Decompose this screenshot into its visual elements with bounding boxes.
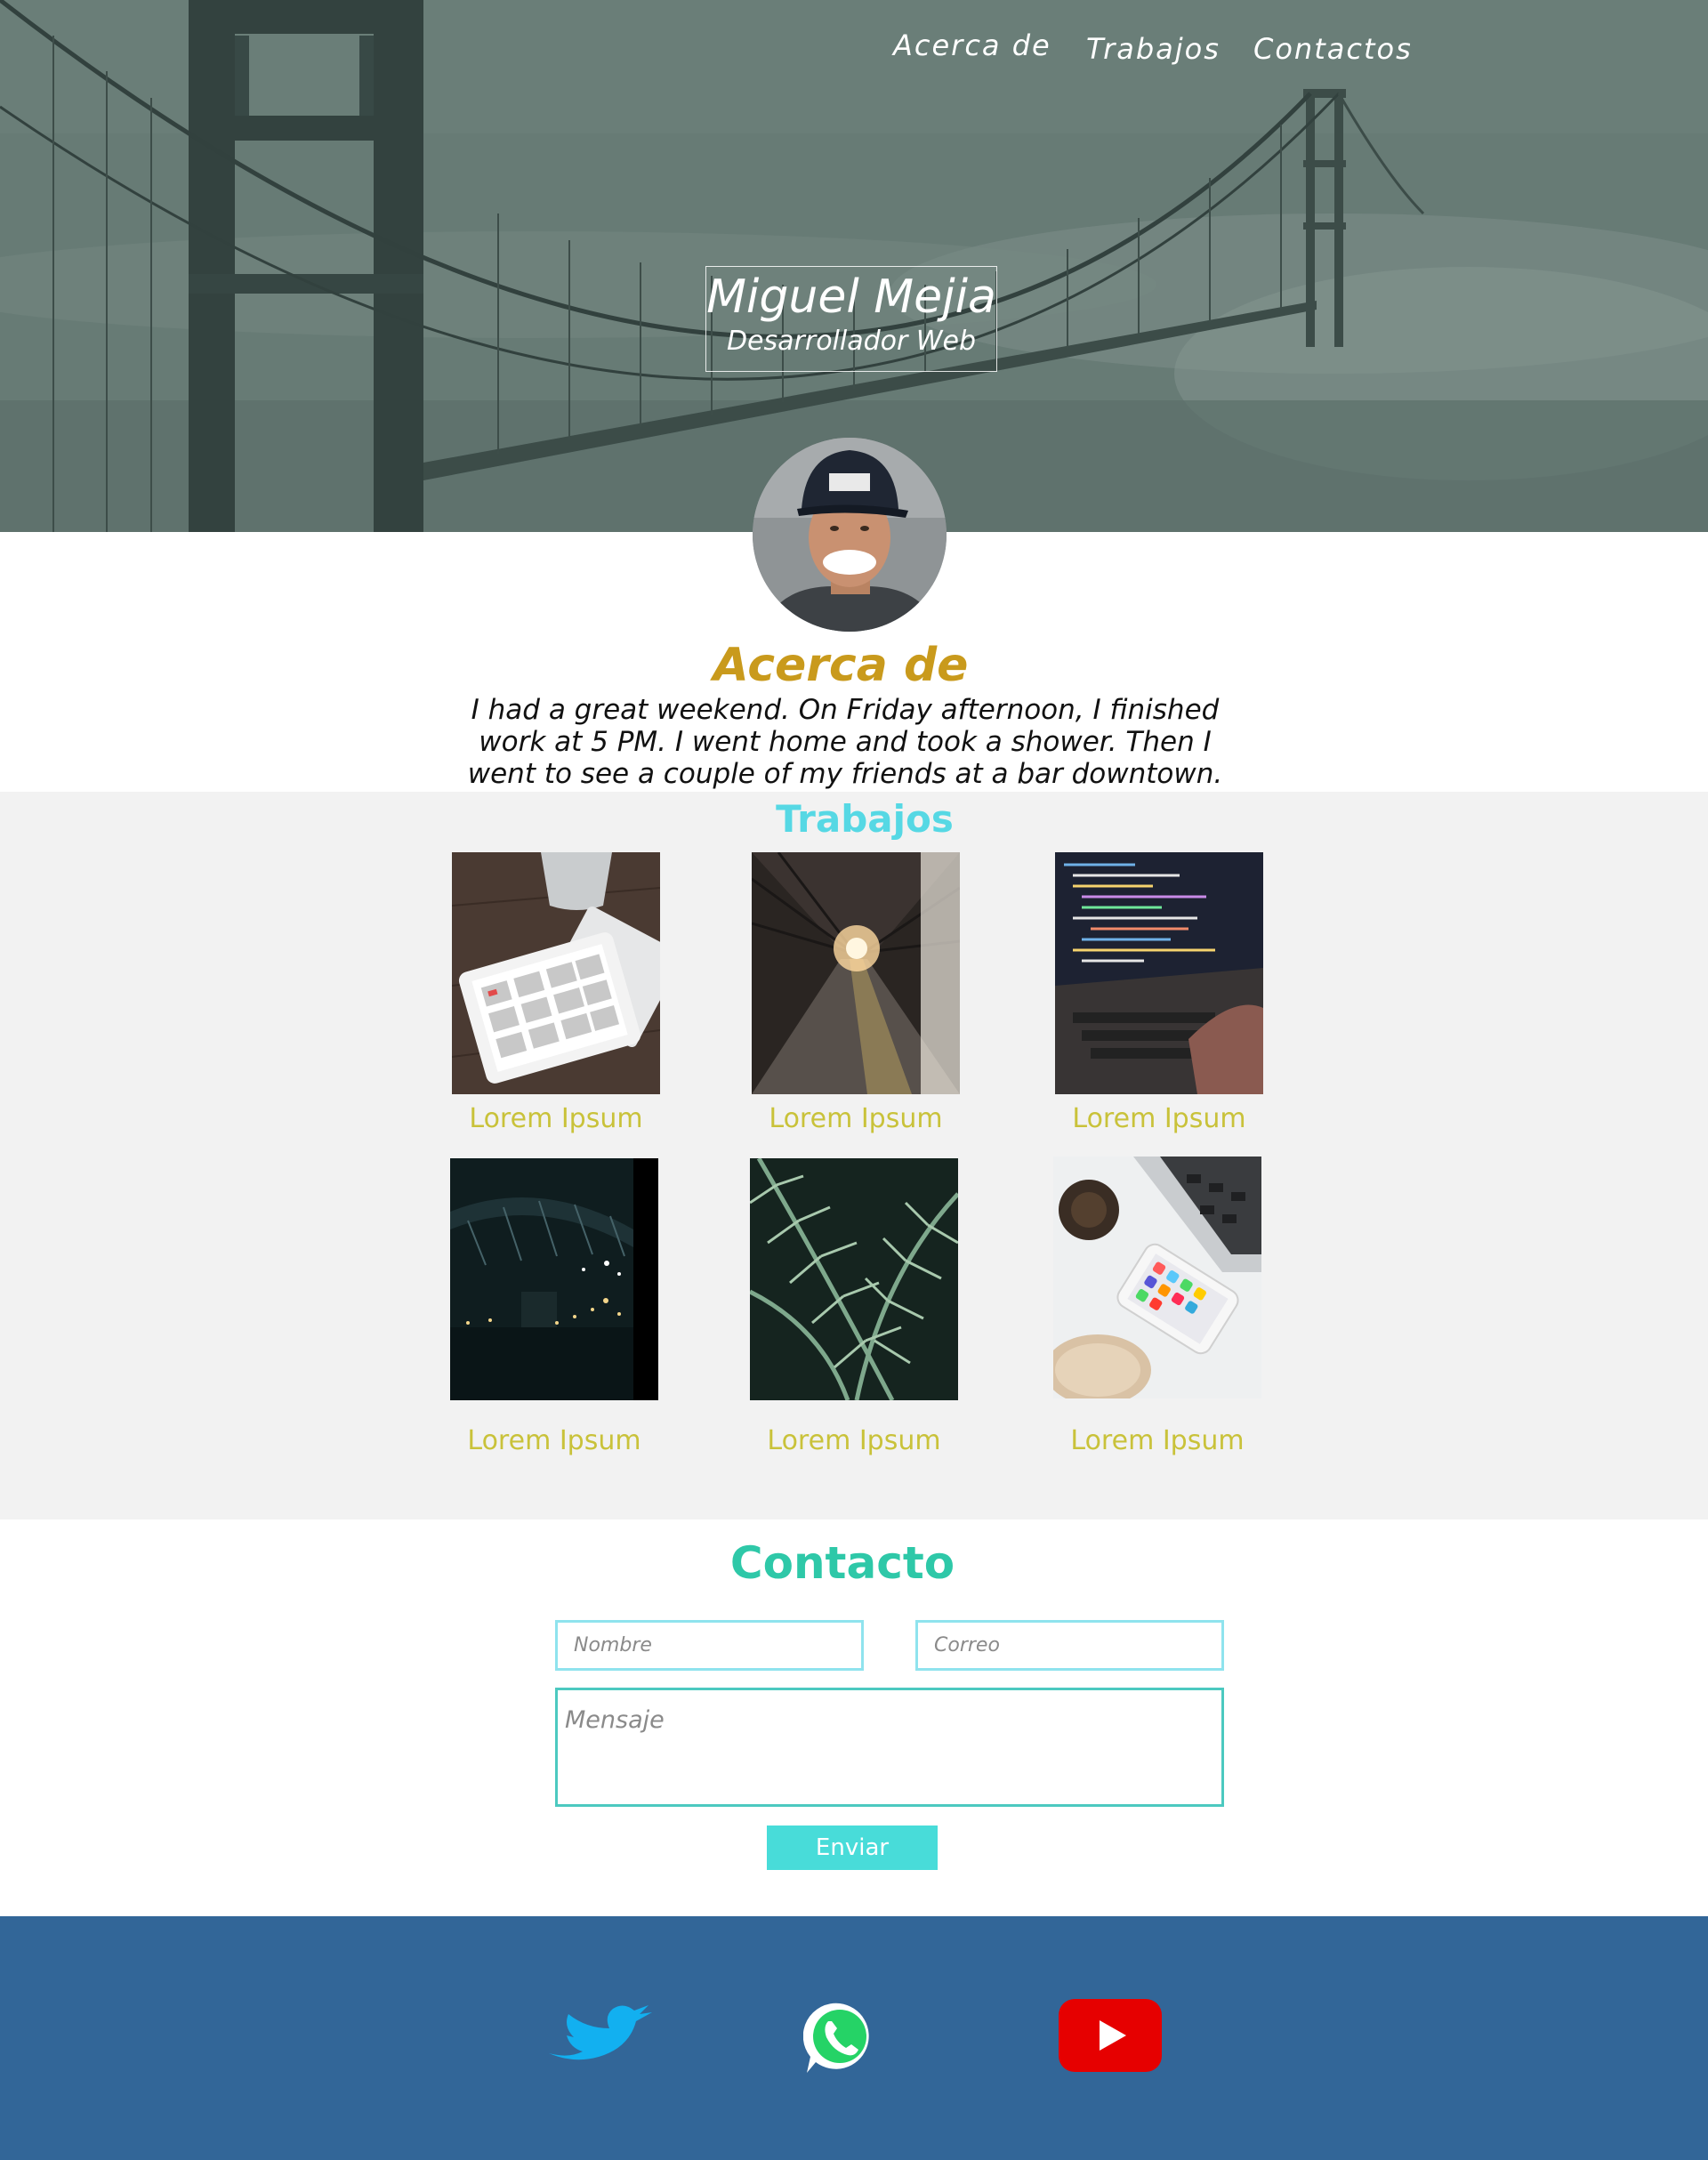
whatsapp-icon[interactable] — [802, 2000, 876, 2076]
nav-link-contacts[interactable]: Contactos — [1253, 32, 1413, 66]
work-card[interactable]: Lorem Ipsum — [1053, 1157, 1261, 1456]
work-thumbnail-fern — [750, 1158, 958, 1400]
contact-heading: Contacto — [729, 1537, 955, 1589]
work-thumbnail-laptop-phone — [1053, 1157, 1261, 1398]
hero-name: Miguel Mejia — [706, 270, 996, 324]
work-caption: Lorem Ipsum — [467, 1425, 641, 1456]
avatar — [753, 438, 947, 632]
submit-button[interactable]: Enviar — [767, 1826, 938, 1870]
hero-role: Desarrollador Web — [726, 326, 977, 357]
hero-title-box: Miguel Mejia Desarrollador Web — [705, 266, 997, 372]
work-caption: Lorem Ipsum — [1070, 1425, 1245, 1456]
work-card[interactable]: Lorem Ipsum — [750, 1158, 958, 1456]
work-caption: Lorem Ipsum — [769, 1103, 943, 1134]
work-card[interactable]: Lorem Ipsum — [752, 852, 960, 1134]
work-caption: Lorem Ipsum — [1072, 1103, 1246, 1134]
footer — [0, 1916, 1708, 2160]
work-card[interactable]: Lorem Ipsum — [452, 852, 660, 1134]
youtube-icon[interactable] — [1059, 1999, 1162, 2072]
nav-link-works[interactable]: Trabajos — [1086, 32, 1221, 66]
work-card[interactable]: Lorem Ipsum — [1055, 852, 1263, 1134]
work-thumbnail-laptop-code — [1055, 852, 1263, 1094]
works-heading: Trabajos — [776, 797, 954, 841]
avatar-photo — [753, 438, 947, 632]
email-input[interactable] — [915, 1620, 1224, 1671]
work-caption: Lorem Ipsum — [469, 1103, 643, 1134]
work-caption: Lorem Ipsum — [767, 1425, 941, 1456]
work-thumbnail-bridge-night — [450, 1158, 658, 1400]
message-textarea[interactable] — [555, 1688, 1224, 1807]
works-section: Trabajos Lorem Ipsum Lorem Ipsum Lorem I… — [0, 792, 1708, 1519]
top-nav: Acerca de Trabajos Contactos — [0, 28, 1708, 73]
work-card[interactable]: Lorem Ipsum — [450, 1158, 658, 1456]
twitter-icon[interactable] — [547, 2002, 663, 2075]
nav-link-about[interactable]: Acerca de — [893, 28, 1051, 62]
name-input[interactable] — [555, 1620, 864, 1671]
about-text: I had a great weekend. On Friday afterno… — [467, 694, 1223, 790]
about-heading: Acerca de — [713, 639, 969, 692]
work-thumbnail-train-station — [752, 852, 960, 1094]
work-thumbnail-tablet — [452, 852, 660, 1094]
